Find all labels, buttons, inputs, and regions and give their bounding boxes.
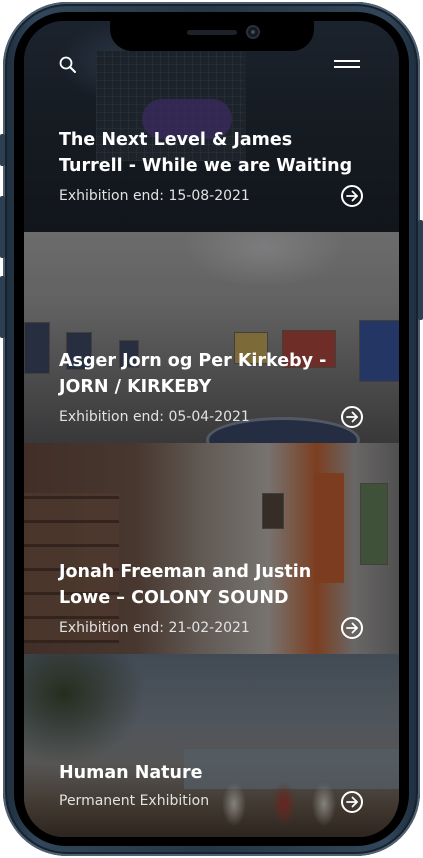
search-icon[interactable] xyxy=(58,55,80,77)
volume-up-button xyxy=(0,196,5,258)
exhibition-end-date: Exhibition end: 15-08-2021 xyxy=(59,188,250,204)
exhibition-card[interactable]: Asger Jorn og Per Kirkeby - JORN / KIRKE… xyxy=(24,232,399,443)
volume-down-button xyxy=(0,276,5,338)
exhibition-title[interactable]: Jonah Freeman and Justin Lowe – COLONY S… xyxy=(59,559,359,611)
exhibition-card[interactable]: The Next Level & James Turrell - While w… xyxy=(24,21,399,232)
arrow-right-circle-icon[interactable] xyxy=(341,185,363,207)
arrow-right-circle-icon[interactable] xyxy=(341,617,363,639)
arrow-right-circle-icon[interactable] xyxy=(341,791,363,813)
exhibition-end-date: Exhibition end: 05-04-2021 xyxy=(59,409,250,425)
front-camera-icon xyxy=(246,25,260,39)
exhibition-card[interactable]: Human Nature Permanent Exhibition xyxy=(24,654,399,837)
exhibition-title[interactable]: The Next Level & James Turrell - While w… xyxy=(59,127,359,179)
screen: The Next Level & James Turrell - While w… xyxy=(24,21,399,837)
hamburger-menu-icon[interactable] xyxy=(331,57,363,73)
phone-notch xyxy=(110,21,314,51)
exhibition-title[interactable]: Human Nature xyxy=(59,760,359,786)
exhibition-card[interactable]: Jonah Freeman and Justin Lowe – COLONY S… xyxy=(24,443,399,654)
silent-switch xyxy=(0,134,5,166)
power-button xyxy=(418,220,423,320)
speaker-grille xyxy=(187,30,237,35)
exhibition-end-date: Exhibition end: 21-02-2021 xyxy=(59,620,250,636)
exhibition-type: Permanent Exhibition xyxy=(59,793,210,809)
exhibition-title[interactable]: Asger Jorn og Per Kirkeby - JORN / KIRKE… xyxy=(59,348,359,400)
arrow-right-circle-icon[interactable] xyxy=(341,406,363,428)
